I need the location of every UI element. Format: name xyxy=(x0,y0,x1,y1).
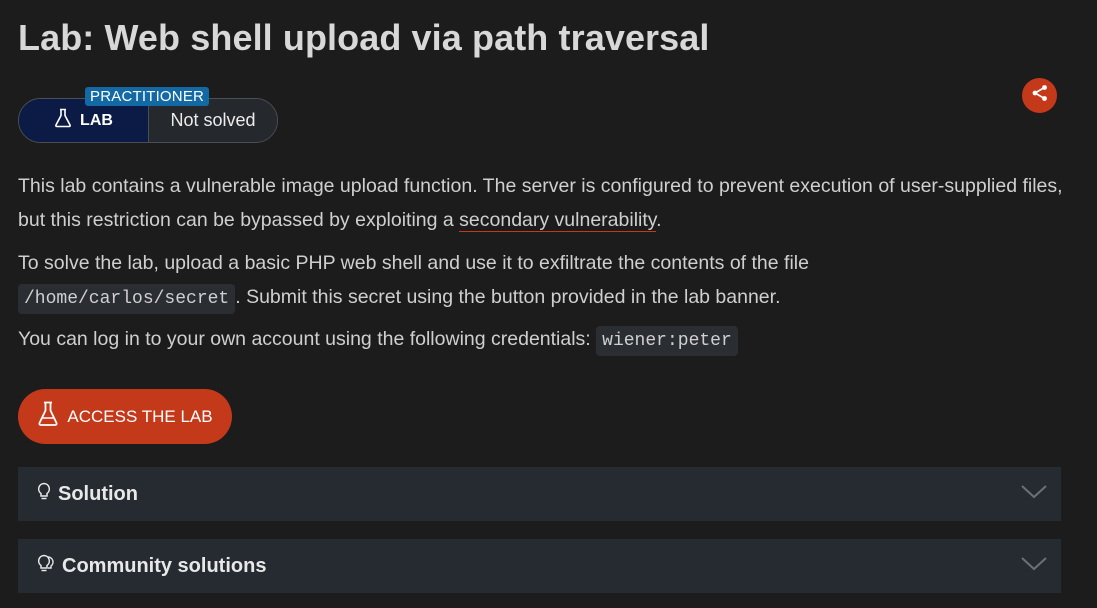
flask-icon xyxy=(37,401,59,432)
chevron-down-icon[interactable] xyxy=(1021,556,1047,577)
community-solutions-label: Community solutions xyxy=(62,554,267,577)
lightbulb-icon xyxy=(36,482,52,507)
lab-type-label: LAB xyxy=(80,111,113,129)
instructions-text: To solve the lab, upload a basic PHP web… xyxy=(18,252,809,274)
lightbulbs-icon xyxy=(36,554,56,579)
chevron-down-icon[interactable] xyxy=(1021,484,1047,505)
flask-icon xyxy=(54,108,72,133)
share-button[interactable] xyxy=(1022,78,1057,113)
share-icon xyxy=(1031,84,1049,107)
credentials-paragraph: You can log in to your own account using… xyxy=(18,322,1068,358)
difficulty-tag: PRACTITIONER xyxy=(85,87,210,106)
solution-label: Solution xyxy=(58,482,138,505)
description-paragraph: This lab contains a vulnerable image upl… xyxy=(18,169,1068,237)
page-title: Lab: Web shell upload via path traversal xyxy=(18,17,710,58)
instructions-paragraph: To solve the lab, upload a basic PHP web… xyxy=(18,246,1068,316)
secondary-vulnerability-link[interactable]: secondary vulnerability xyxy=(459,209,657,232)
instructions-text-end: . Submit this secret using the button pr… xyxy=(235,286,781,308)
credentials-text: You can log in to your own account using… xyxy=(18,328,597,350)
solution-accordion[interactable]: Solution xyxy=(18,467,1061,521)
lab-status-badge: LAB Not solved PRACTITIONER xyxy=(18,87,278,143)
page: Lab: Web shell upload via path traversal… xyxy=(0,0,1097,608)
description-text-end: . xyxy=(656,209,662,231)
community-solutions-accordion[interactable]: Community solutions xyxy=(18,539,1061,593)
credentials-code: wiener:peter xyxy=(596,326,738,356)
secret-file-path: /home/carlos/secret xyxy=(18,284,236,314)
access-lab-label: ACCESS THE LAB xyxy=(67,406,213,426)
access-lab-button[interactable]: ACCESS THE LAB xyxy=(18,389,232,444)
